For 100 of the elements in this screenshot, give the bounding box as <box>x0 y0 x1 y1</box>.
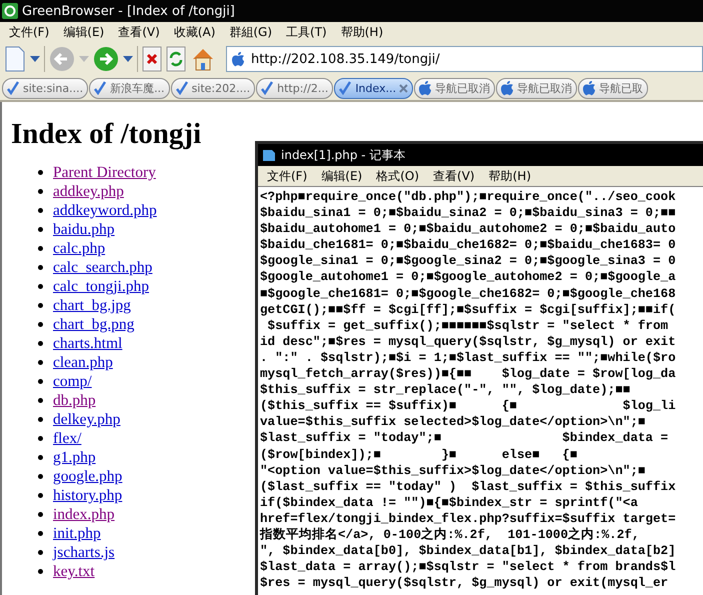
file-link[interactable]: flex/ <box>53 429 82 448</box>
file-link[interactable]: key.txt <box>53 562 95 581</box>
code-line: $google_sina1 = 0;■$google_sina2 = 0;■$google_sina3 = 0 <box>260 253 677 270</box>
file-link[interactable]: addkeyword.php <box>53 201 157 220</box>
code-line: ($row[bindex]);■ }■ else■ {■ <box>260 446 578 463</box>
browser-tab[interactable]: 导航已取消 <box>414 78 496 98</box>
browser-tab[interactable]: site:202.... <box>170 78 256 98</box>
file-link[interactable]: g1.php <box>53 448 96 467</box>
new-page-icon[interactable] <box>4 46 26 72</box>
code-line: $last_suffix = "today";■ $bindex_data = <box>260 430 670 446</box>
code-line: $this_suffix = str_replace("-", "", $log_date);■■ <box>260 382 632 398</box>
file-link[interactable]: calc_search.php <box>53 258 152 277</box>
bullet-icon <box>38 265 43 270</box>
code-line: "<option value=$this_suffix>$log_date</option>\n";■ <box>260 462 646 479</box>
file-link[interactable]: chart_bg.jpg <box>53 296 131 315</box>
code-line: mysql_fetch_array($res))■{■■ $log_date = $row[log_da <box>260 366 677 382</box>
refresh-icon[interactable] <box>166 46 186 72</box>
notepad-icon <box>262 148 276 162</box>
bullet-icon <box>38 569 43 574</box>
code-line: $res = mysql_query($sqlstr, $g_mysql) or exit(mysql_er <box>260 575 670 592</box>
bullet-icon <box>38 341 43 346</box>
bullet-icon <box>38 322 43 327</box>
code-line: $baidu_che1681= 0;■$baidu_che1682= 0;■$baidu_che1683= 0 <box>260 237 677 254</box>
code-line: <?php■require_once("db.php");■require_once("../seo_cook <box>260 189 677 206</box>
check-icon <box>6 81 20 95</box>
bullet-icon <box>38 379 43 384</box>
bullet-icon <box>38 417 43 422</box>
file-link[interactable]: chart_bg.png <box>53 315 134 334</box>
bullet-icon <box>38 303 43 308</box>
file-link[interactable]: jscharts.js <box>53 543 115 562</box>
code-line: ($this_suffix == $suffix)■ {■ $log_li <box>260 398 677 414</box>
stop-icon[interactable] <box>142 46 162 72</box>
menu-item[interactable]: 查看(V) <box>426 168 482 184</box>
code-line: ", $bindex_data[b0], $bindex_data[b1], $bindex_data[b2] <box>260 543 677 560</box>
menu-item[interactable]: 群組(G) <box>222 24 280 40</box>
code-line: value=$this_suffix selected>$log_date</option>\n";■ <box>260 414 646 430</box>
address-field[interactable]: http://202.108.35.149/tongji/ <box>226 46 703 72</box>
code-line: href=flex/tongji_bindex_flex.php?suffix=$suffix target= <box>260 510 677 527</box>
app-logo-icon <box>2 3 18 19</box>
bullet-icon <box>38 227 43 232</box>
file-link[interactable]: comp/ <box>53 372 92 391</box>
dropdown-arrow-icon[interactable] <box>123 56 133 62</box>
window-title: GreenBrowser - [Index of /tongji] <box>22 4 235 18</box>
apple-icon <box>231 52 245 66</box>
file-link[interactable]: calc_tongji.php <box>53 277 149 296</box>
bullet-icon <box>38 455 43 460</box>
browser-tab[interactable]: site:sina.... <box>2 78 88 98</box>
bullet-icon <box>38 170 43 175</box>
check-icon <box>174 81 189 95</box>
close-icon[interactable] <box>399 84 408 92</box>
file-link[interactable]: clean.php <box>53 353 113 372</box>
code-line: id desc";■$res = mysql_query($sqlstr, $g_mysql) or exit <box>260 334 677 350</box>
code-line: getCGI();■■$ff = $cgi[ff];■$suffix = $cgi[suffix];■■if( <box>260 302 677 318</box>
file-link[interactable]: baidu.php <box>53 220 115 239</box>
browser-tab[interactable]: 新浪车魔... <box>89 78 170 98</box>
check-icon <box>338 81 352 95</box>
bullet-icon <box>38 436 43 441</box>
bullet-icon <box>38 531 43 536</box>
browser-tab[interactable]: 导航已取 <box>578 78 648 98</box>
file-link[interactable]: Parent Directory <box>53 163 156 182</box>
browser-tab[interactable]: http://2... <box>256 78 334 98</box>
menu-item[interactable]: 工具(T) <box>279 24 334 40</box>
bullet-icon <box>38 189 43 194</box>
file-link[interactable]: google.php <box>53 467 122 486</box>
file-link[interactable]: index.php <box>53 505 115 524</box>
code-line: $baidu_sina1 = 0;■$baidu_sina2 = 0;■$baidu_sina3 = 0;■■ <box>260 205 677 222</box>
code-line: 指数平均排名</a>, 0-100之内:%.2f, 101-1000之内:%.2f, <box>260 526 640 544</box>
menu-item[interactable]: 编辑(E) <box>314 168 370 184</box>
bullet-icon <box>38 493 43 498</box>
page-heading: Index of /tongji <box>11 118 202 151</box>
menu-item[interactable]: 格式(O) <box>369 168 426 184</box>
code-line: $suffix = get_suffix();■■■■■■$sqlstr = "select * from <box>266 318 670 334</box>
browser-tab[interactable]: 导航已取消 <box>496 78 578 98</box>
bullet-icon <box>38 474 43 479</box>
code-line: ($last_suffix == "today" ) $last_suffix = $this_suffix <box>260 478 677 495</box>
apple-icon <box>500 80 514 96</box>
file-link[interactable]: charts.html <box>53 334 122 353</box>
file-link[interactable]: db.php <box>53 391 96 410</box>
file-link[interactable]: calc.php <box>53 239 106 258</box>
code-line: $baidu_autohome1 = 0;■$baidu_autohome2 = 0;■$baidu_auto <box>260 221 677 238</box>
bullet-icon <box>38 208 43 213</box>
menu-item[interactable]: 文件(F) <box>260 168 314 184</box>
dropdown-arrow-icon[interactable] <box>30 56 40 62</box>
browser-tab[interactable]: Index... <box>334 78 414 98</box>
menu-item[interactable]: 收藏(A) <box>166 24 222 40</box>
file-link[interactable]: history.php <box>53 486 122 505</box>
menu-item[interactable]: 帮助(H) <box>334 24 390 40</box>
file-link[interactable]: addkey.php <box>53 182 124 201</box>
menu-item[interactable]: 查看(V) <box>111 24 167 40</box>
file-link[interactable]: init.php <box>53 524 101 543</box>
notepad-title: index[1].php - 记事本 <box>281 146 406 164</box>
code-line: $last_data = array();■$sqlstr = "select * from brands$l <box>260 559 677 576</box>
menu-item[interactable]: 帮助(H) <box>482 168 538 184</box>
apple-icon <box>582 80 596 96</box>
menu-item[interactable]: 编辑(E) <box>56 24 112 40</box>
check-icon <box>93 81 108 95</box>
file-link[interactable]: delkey.php <box>53 410 120 429</box>
menu-item[interactable]: 文件(F) <box>2 24 56 40</box>
bullet-icon <box>38 246 43 251</box>
bullet-icon <box>38 398 43 403</box>
